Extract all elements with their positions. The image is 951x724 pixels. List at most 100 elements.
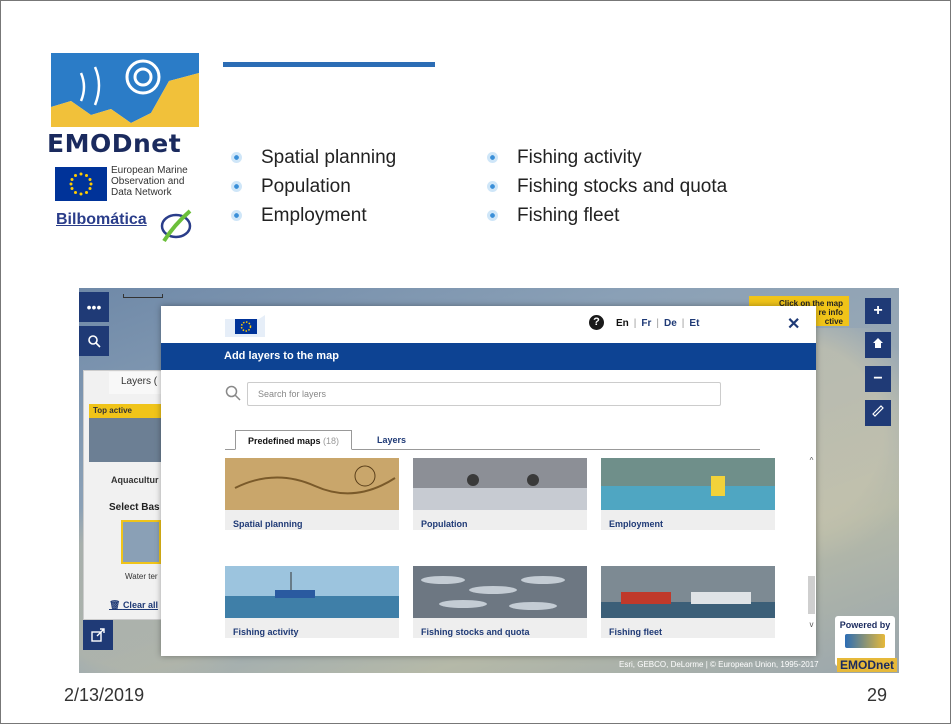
dialog-title: Add layers to the map (161, 343, 816, 370)
lang-de[interactable]: De (664, 318, 677, 329)
card-label: Population (421, 519, 468, 529)
basemap-label: Water ter (125, 572, 158, 581)
subtitle-line: Observation and (111, 176, 185, 187)
bullet-icon (487, 152, 498, 163)
dialog-tabs: Predefined maps (18) Layers (225, 430, 760, 450)
chevron-up-icon[interactable]: ^ (807, 456, 816, 465)
bullet-icon (487, 210, 498, 221)
app-screenshot: ••• Layers ( Top active Aquacultur Selec… (79, 288, 899, 673)
card-image (601, 566, 775, 618)
bullet-icon (231, 152, 242, 163)
map-card[interactable]: Fishing stocks and quota (413, 566, 587, 638)
tab-label: Predefined maps (248, 436, 321, 446)
subtitle-line: European Marine (111, 165, 188, 176)
card-label: Fishing activity (233, 627, 299, 637)
map-attribution: Esri, GEBCO, DeLorme | © European Union,… (619, 660, 819, 669)
select-base-heading: Select Bas (109, 502, 160, 513)
bullet-text: Fishing activity (517, 147, 642, 168)
bullet-text: Population (261, 176, 351, 197)
scrollbar[interactable]: ^ v (807, 456, 816, 636)
layer-search: Search for layers (225, 382, 721, 407)
language-switcher: En | Fr | De | Et (616, 318, 700, 329)
bullet-text: Fishing stocks and quota (517, 176, 728, 197)
bilbomatica-logo: Bilbomática (56, 211, 147, 228)
card-label: Employment (609, 519, 664, 529)
bullet-text: Fishing fleet (517, 205, 620, 226)
share-button[interactable] (83, 620, 113, 650)
close-icon[interactable]: ✕ (787, 314, 800, 334)
card-image (225, 458, 399, 510)
emodnet-subtitle: European Marine Observation and Data Net… (111, 165, 206, 198)
bilbomatica-swoosh-icon (160, 209, 192, 243)
bullet-icon (487, 181, 498, 192)
slide: EMODnet European Marine Observation and … (0, 0, 951, 724)
zoom-in-button[interactable]: + (865, 298, 891, 324)
bullet-item: Employment (227, 201, 396, 230)
measure-button[interactable] (865, 400, 891, 426)
bullet-text: Employment (261, 205, 367, 226)
menu-button[interactable]: ••• (79, 292, 109, 322)
map-card[interactable]: Fishing fleet (601, 566, 775, 638)
home-button[interactable] (865, 332, 891, 358)
emodnet-wordmark: EMODnet (47, 129, 182, 158)
powered-by-label: Powered by (839, 620, 891, 630)
share-icon (91, 628, 105, 642)
slide-number: 29 (867, 685, 888, 705)
tab-layers[interactable]: Layers (365, 430, 418, 450)
card-label: Fishing stocks and quota (421, 627, 530, 637)
bullet-item: Fishing fleet (483, 201, 727, 230)
map-card[interactable]: Population (413, 458, 587, 530)
dialog-topbar: ? En | Fr | De | Et ✕ (161, 306, 816, 343)
lang-en[interactable]: En (616, 318, 629, 329)
tab-predefined-maps[interactable]: Predefined maps (18) (235, 430, 353, 450)
clear-all-link[interactable]: 🗑 Clear all (109, 600, 158, 611)
title-underline (223, 62, 435, 67)
predefined-maps-grid: Spatial planning Population Employment F… (225, 458, 785, 653)
eu-flag-icon (55, 167, 107, 201)
search-button[interactable] (79, 326, 109, 356)
map-tools: + − (865, 298, 891, 434)
chevron-down-icon[interactable]: v (807, 620, 816, 629)
lang-fr[interactable]: Fr (641, 318, 651, 329)
emodnet-logo-icon (51, 53, 199, 127)
add-layers-dialog: ? En | Fr | De | Et ✕ Add layers to the map Se… (161, 306, 816, 656)
card-image (225, 566, 399, 618)
emodnet-small-logo-icon (845, 634, 885, 648)
basemap-thumbnail[interactable] (121, 520, 161, 564)
bullet-list-right: Fishing activity Fishing stocks and quot… (483, 143, 727, 230)
bullet-icon (231, 181, 242, 192)
map-card[interactable]: Spatial planning (225, 458, 399, 530)
aquaculture-thumbnail[interactable] (89, 418, 163, 462)
bullet-item: Population (227, 172, 396, 201)
card-label: Spatial planning (233, 519, 303, 529)
bullet-item: Fishing activity (483, 143, 727, 172)
emodnet-footer-logo: EMODnet (837, 658, 897, 672)
card-image (601, 458, 775, 510)
clear-all-label: Clear all (122, 600, 158, 610)
lang-et[interactable]: Et (689, 318, 699, 329)
zoom-out-button[interactable]: − (865, 366, 891, 392)
eu-flag-icon (225, 315, 265, 337)
bullet-item: Fishing stocks and quota (483, 172, 727, 201)
scrollbar-thumb[interactable] (808, 576, 815, 614)
search-icon (88, 335, 101, 348)
home-icon (873, 338, 883, 348)
subtitle-line: Data Network (111, 187, 172, 198)
card-image (413, 566, 587, 618)
tab-count: (18) (323, 436, 340, 446)
card-label: Fishing fleet (609, 627, 663, 637)
bullet-list-left: Spatial planning Population Employment (227, 143, 396, 230)
ruler-icon (872, 405, 884, 417)
help-icon[interactable]: ? (589, 315, 604, 330)
bullet-text: Spatial planning (261, 147, 397, 168)
aquaculture-label: Aquacultur (111, 475, 159, 485)
bullet-item: Spatial planning (227, 143, 396, 172)
search-input[interactable]: Search for layers (247, 382, 721, 406)
map-card[interactable]: Fishing activity (225, 566, 399, 638)
bullet-icon (231, 210, 242, 221)
map-card[interactable]: Employment (601, 458, 775, 530)
top-active-badge: Top active (89, 404, 163, 418)
card-image (413, 458, 587, 510)
scale-bar (123, 294, 163, 298)
slide-date: 2/13/2019 (64, 685, 145, 705)
